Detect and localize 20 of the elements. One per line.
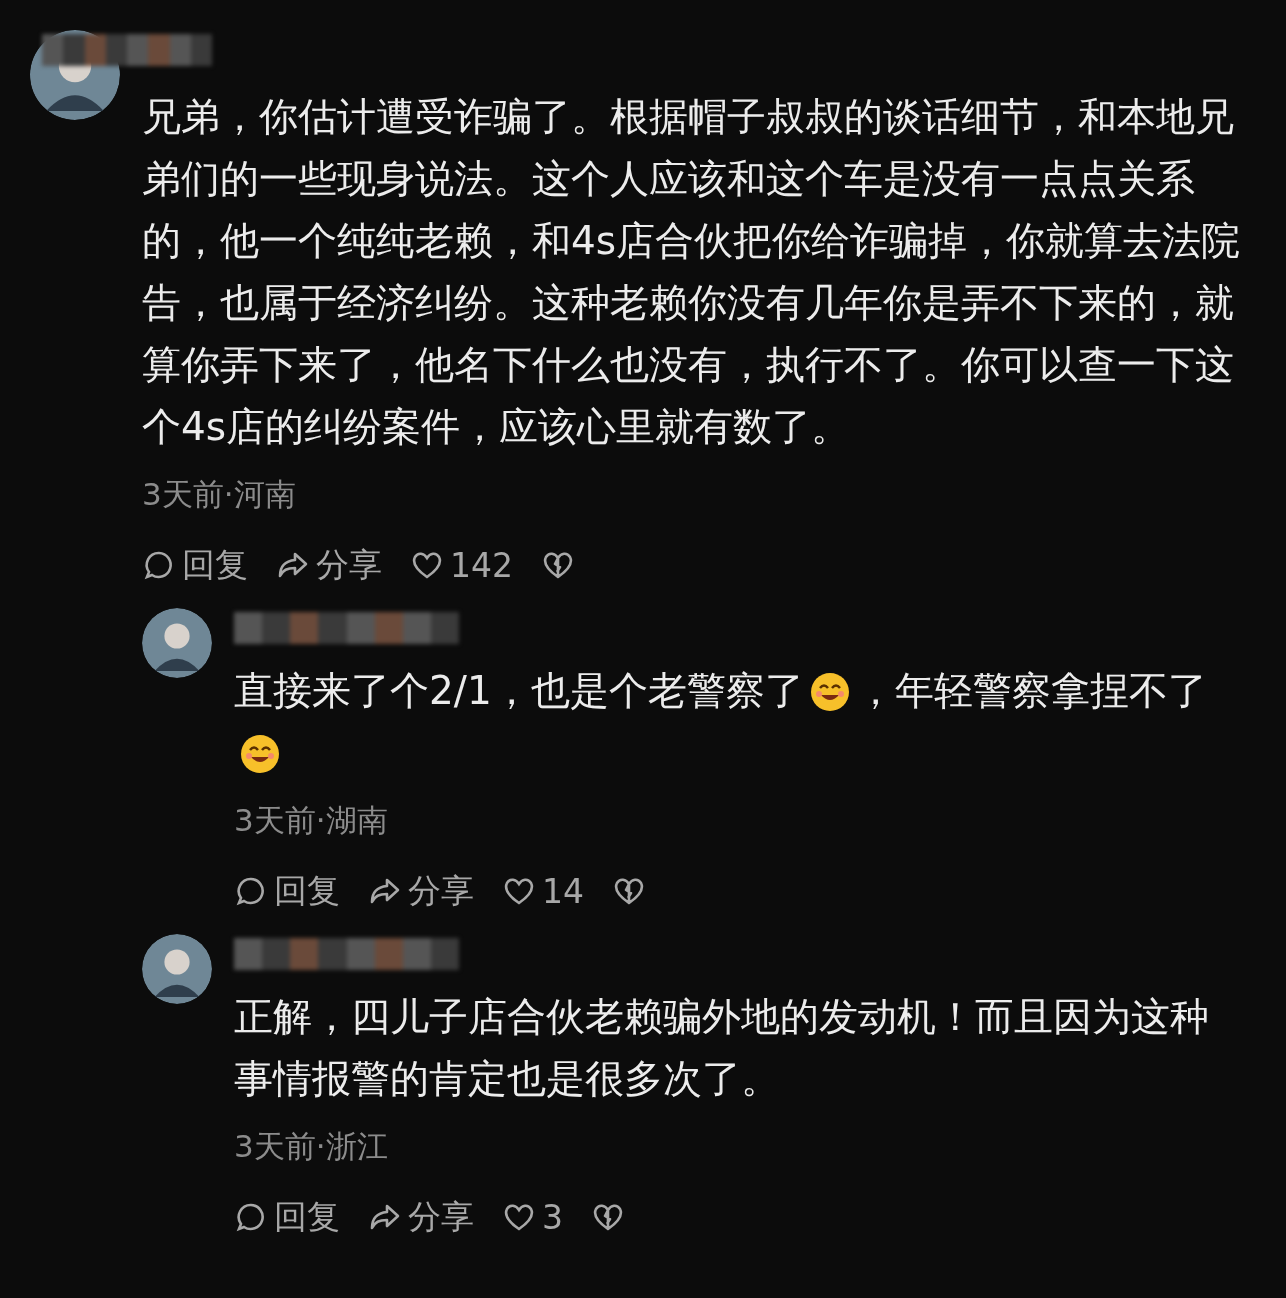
like-button[interactable]: 14 [502,871,584,911]
comment-meta: 3天前·湖南 [234,801,389,840]
share-button[interactable]: 分享 [368,868,474,914]
reply-button[interactable]: 回复 [234,1194,340,1240]
like-button[interactable]: 3 [502,1197,563,1237]
comment-text: 直接来了个2/1，也是个老警察了 [234,668,804,713]
share-button[interactable]: 分享 [368,1194,474,1240]
comment-text: 兄弟，你估计遭受诈骗了。根据帽子叔叔的谈话细节，和本地兄弟们的一些现身说法。这个人应该和这个车是没有一点点关系的，他一个纯纯老赖，和4s店合伙把你给诈骗掉，你就算去法院告，也属于经济纠纷。这种老赖你没有几年你是弄不下来的，就算你弄下来了，他名下什么也没有，执行不了。你可以查一下这个4s店的纠纷案件，应该心里就有数了。 [142,94,1241,449]
comment-meta: 3天前·河南 [142,475,297,514]
comment-text: ，年轻警察拿捏不了 [855,668,1207,713]
reply-button[interactable]: 回复 [142,542,248,588]
smile-emoji-icon [240,734,280,774]
comment-meta: 3天前·浙江 [234,1127,389,1166]
smile-emoji-icon [809,672,850,712]
like-button[interactable]: 142 [410,545,513,585]
reply-button[interactable]: 回复 [234,868,340,914]
avatar[interactable] [142,934,212,1004]
comment-text: 正解，四儿子店合伙老赖骗外地的发动机！而且因为这种事情报警的肯定也是很多次了。 [234,994,1209,1101]
avatar[interactable] [142,608,212,678]
share-button[interactable]: 分享 [276,542,382,588]
